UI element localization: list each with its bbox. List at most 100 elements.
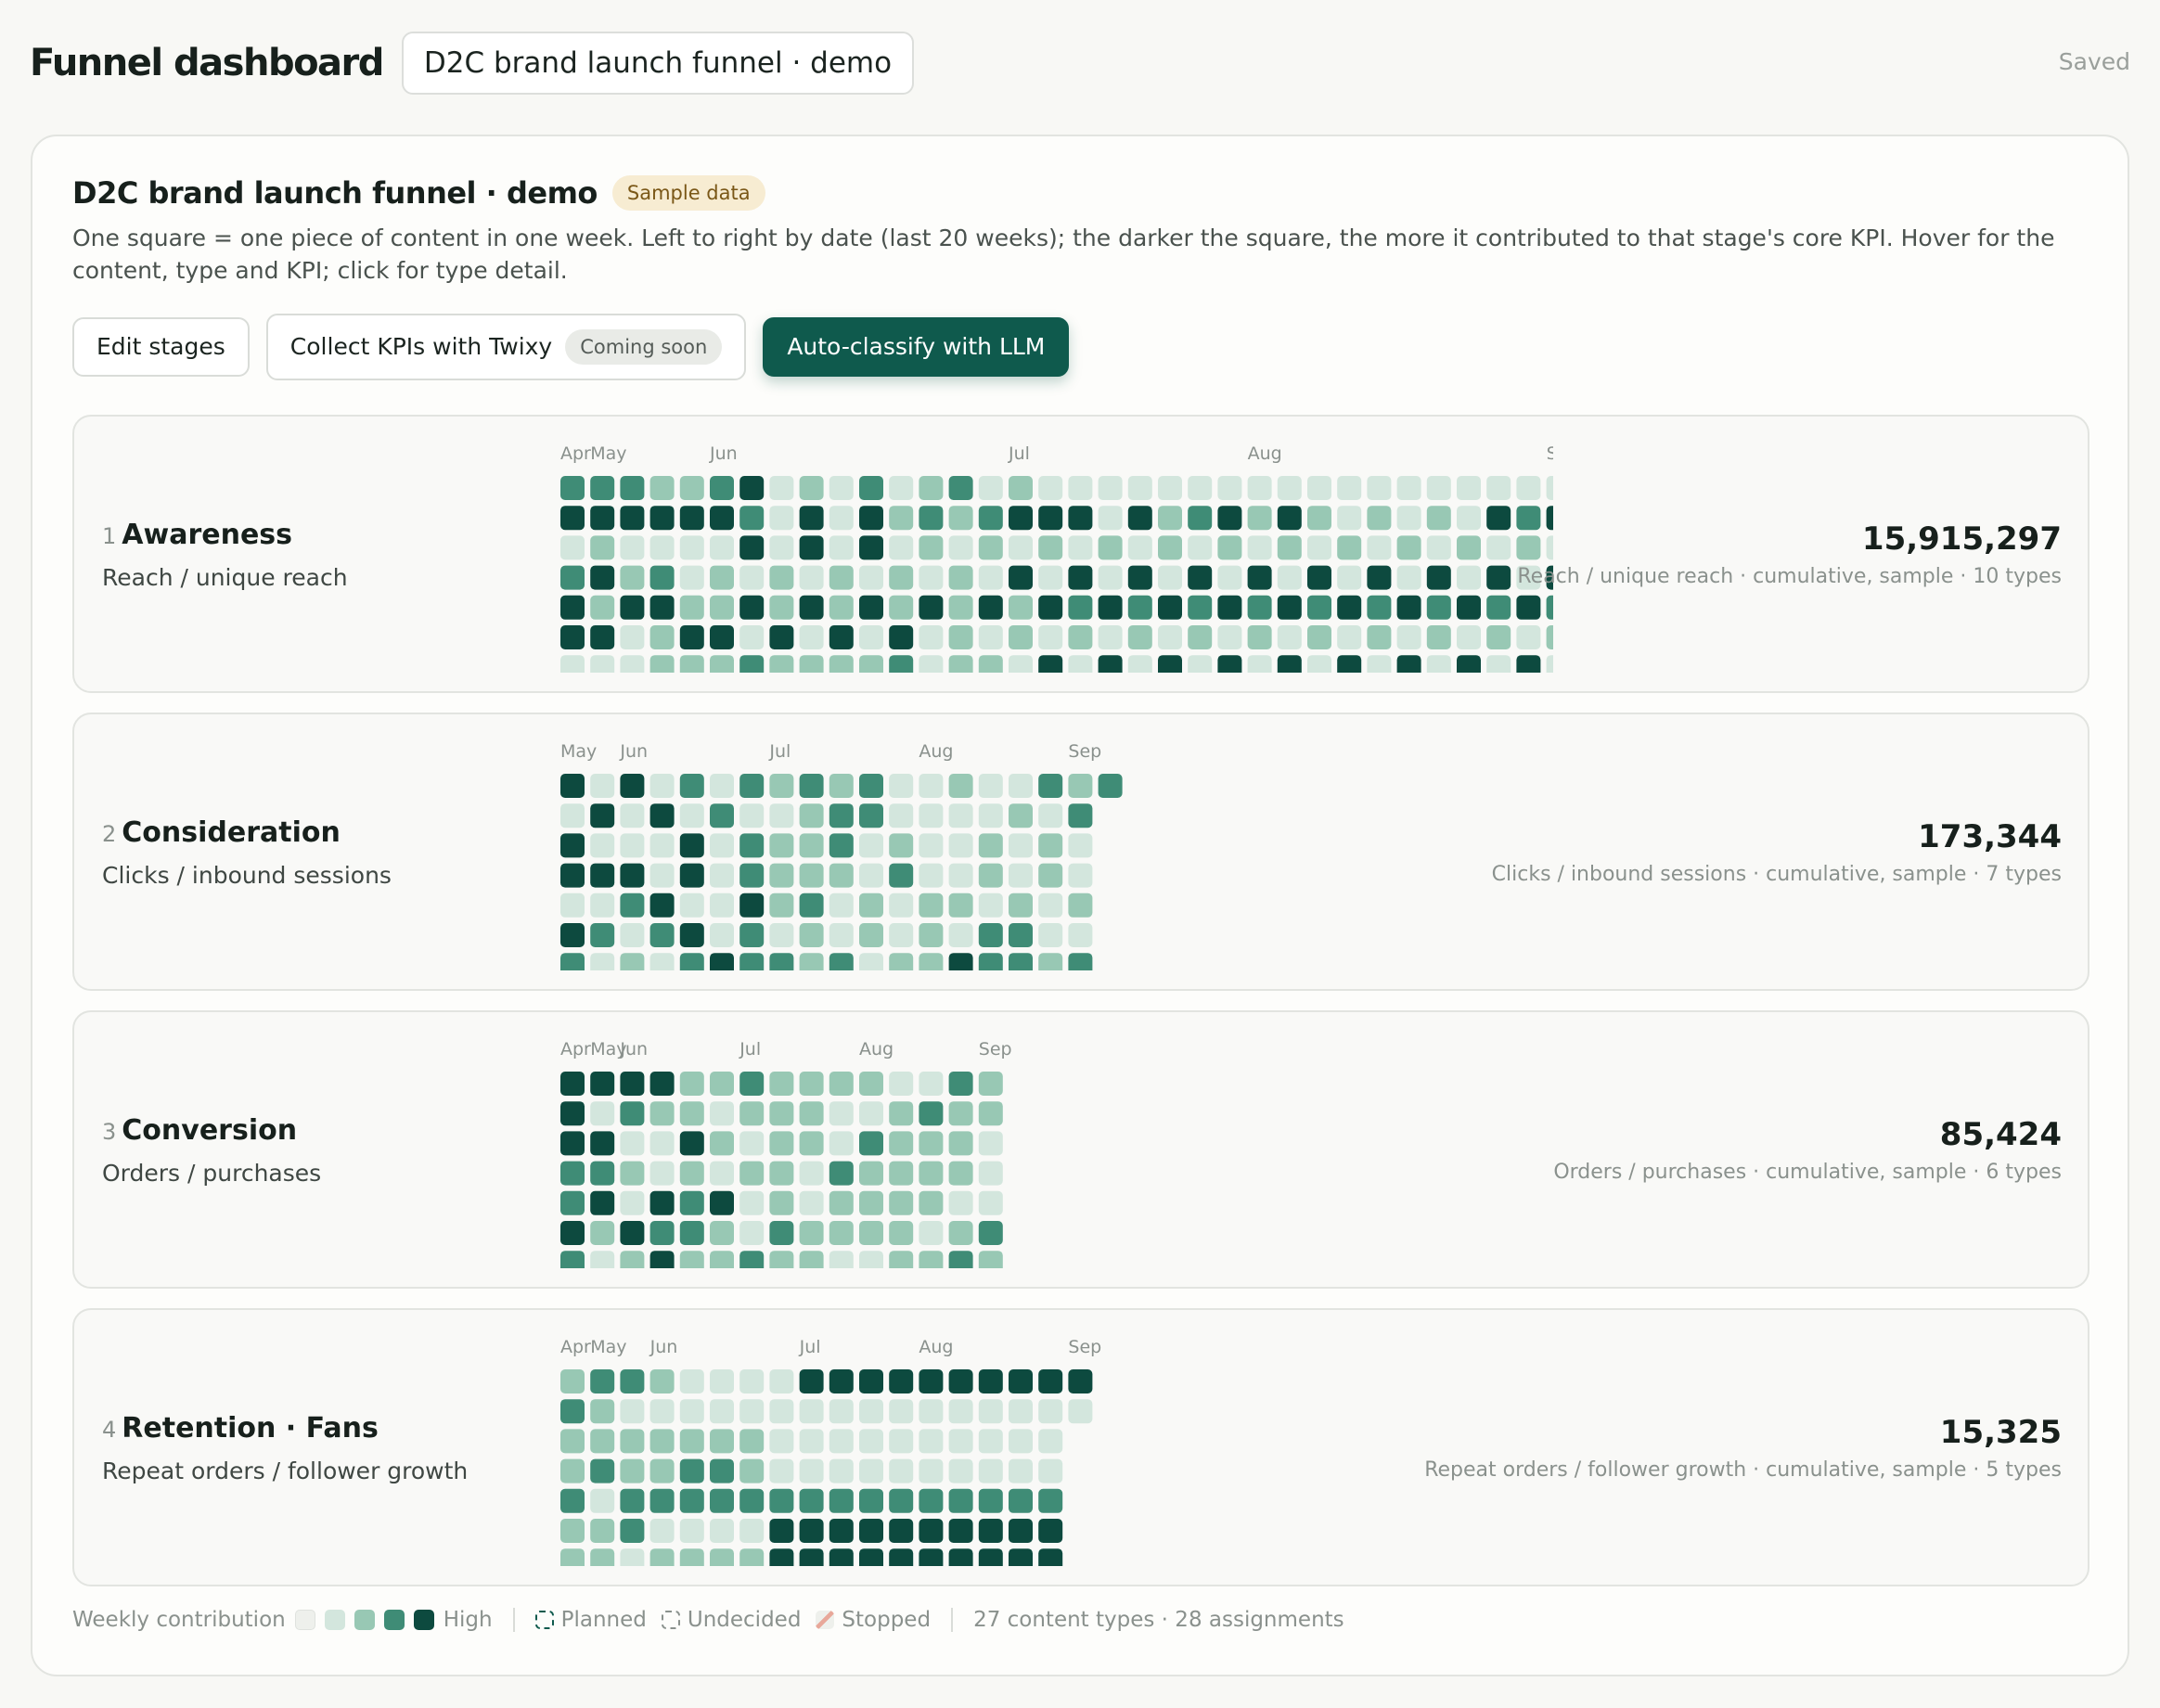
- content-square[interactable]: [620, 506, 645, 531]
- content-square[interactable]: [769, 1399, 794, 1424]
- content-square[interactable]: [919, 774, 944, 798]
- content-square[interactable]: [590, 863, 615, 888]
- content-square[interactable]: [1009, 1399, 1033, 1424]
- content-square[interactable]: [769, 1161, 794, 1186]
- content-square[interactable]: [1098, 506, 1123, 531]
- stage-row[interactable]: 2 Consideration Clicks / inbound sessions M…: [72, 713, 2089, 991]
- content-square[interactable]: [799, 565, 824, 590]
- content-square[interactable]: [948, 1190, 973, 1215]
- content-square[interactable]: [739, 1519, 765, 1543]
- content-square[interactable]: [1516, 655, 1541, 673]
- content-square[interactable]: [1188, 625, 1213, 649]
- content-square[interactable]: [889, 595, 914, 620]
- content-square[interactable]: [710, 1251, 734, 1268]
- content-square[interactable]: [829, 565, 854, 590]
- content-square[interactable]: [978, 1458, 1003, 1483]
- content-square[interactable]: [679, 923, 704, 947]
- content-square[interactable]: [1367, 625, 1392, 649]
- content-square[interactable]: [829, 1161, 854, 1186]
- content-square[interactable]: [739, 1429, 765, 1454]
- content-square[interactable]: [978, 774, 1003, 798]
- content-square[interactable]: [590, 1429, 615, 1454]
- content-square[interactable]: [799, 655, 824, 673]
- content-square[interactable]: [829, 625, 854, 649]
- content-square[interactable]: [560, 565, 585, 590]
- content-square[interactable]: [1217, 655, 1242, 673]
- content-square[interactable]: [829, 1369, 854, 1393]
- content-square[interactable]: [710, 893, 734, 918]
- content-square[interactable]: [1098, 625, 1123, 649]
- content-square[interactable]: [859, 1221, 883, 1245]
- content-square[interactable]: [859, 1429, 883, 1454]
- content-square[interactable]: [620, 1488, 645, 1513]
- content-square[interactable]: [889, 535, 914, 560]
- content-square[interactable]: [739, 1369, 765, 1393]
- content-square[interactable]: [1009, 535, 1033, 560]
- content-square[interactable]: [769, 625, 794, 649]
- content-square[interactable]: [1038, 595, 1063, 620]
- content-square[interactable]: [889, 476, 914, 500]
- content-square[interactable]: [829, 833, 854, 858]
- content-square[interactable]: [919, 506, 944, 531]
- content-square[interactable]: [1247, 535, 1272, 560]
- content-square[interactable]: [620, 1072, 645, 1096]
- content-square[interactable]: [948, 833, 973, 858]
- content-square[interactable]: [590, 774, 615, 798]
- content-square[interactable]: [919, 863, 944, 888]
- content-square[interactable]: [1038, 1399, 1063, 1424]
- content-square[interactable]: [859, 1131, 883, 1156]
- content-square[interactable]: [948, 565, 973, 590]
- content-square[interactable]: [739, 953, 765, 970]
- content-square[interactable]: [1158, 565, 1182, 590]
- content-square[interactable]: [948, 506, 973, 531]
- content-square[interactable]: [1038, 953, 1063, 970]
- content-square[interactable]: [799, 1101, 824, 1126]
- content-square[interactable]: [1396, 595, 1421, 620]
- content-square[interactable]: [919, 923, 944, 947]
- content-square[interactable]: [859, 595, 883, 620]
- content-square[interactable]: [1426, 535, 1451, 560]
- content-square[interactable]: [1307, 625, 1331, 649]
- content-square[interactable]: [739, 833, 765, 858]
- content-square[interactable]: [1009, 625, 1033, 649]
- content-square[interactable]: [1068, 535, 1093, 560]
- content-square[interactable]: [1426, 476, 1451, 500]
- content-square[interactable]: [919, 1488, 944, 1513]
- content-square[interactable]: [739, 1072, 765, 1096]
- content-square[interactable]: [978, 1519, 1003, 1543]
- content-square[interactable]: [1068, 476, 1093, 500]
- content-square[interactable]: [679, 476, 704, 500]
- content-square[interactable]: [1009, 1548, 1033, 1566]
- content-square[interactable]: [1188, 595, 1213, 620]
- content-square[interactable]: [1068, 565, 1093, 590]
- content-square[interactable]: [978, 476, 1003, 500]
- content-square[interactable]: [590, 953, 615, 970]
- content-square[interactable]: [889, 1519, 914, 1543]
- content-square[interactable]: [919, 953, 944, 970]
- content-square[interactable]: [829, 1488, 854, 1513]
- content-square[interactable]: [948, 625, 973, 649]
- content-square[interactable]: [919, 655, 944, 673]
- content-square[interactable]: [649, 1251, 675, 1268]
- content-square[interactable]: [919, 1429, 944, 1454]
- content-square[interactable]: [859, 655, 883, 673]
- content-square[interactable]: [1098, 565, 1123, 590]
- content-square[interactable]: [1516, 595, 1541, 620]
- content-square[interactable]: [1068, 625, 1093, 649]
- content-square[interactable]: [560, 1458, 585, 1483]
- content-square[interactable]: [978, 863, 1003, 888]
- content-square[interactable]: [739, 1458, 765, 1483]
- content-square[interactable]: [1457, 476, 1481, 500]
- content-square[interactable]: [1337, 476, 1362, 500]
- content-square[interactable]: [799, 1399, 824, 1424]
- content-square[interactable]: [1217, 476, 1242, 500]
- content-square[interactable]: [1068, 506, 1093, 531]
- content-square[interactable]: [859, 803, 883, 828]
- content-square[interactable]: [739, 476, 765, 500]
- content-square[interactable]: [829, 476, 854, 500]
- content-square[interactable]: [679, 1369, 704, 1393]
- content-square[interactable]: [978, 1251, 1003, 1268]
- content-square[interactable]: [1158, 625, 1182, 649]
- content-square[interactable]: [1038, 565, 1063, 590]
- content-square[interactable]: [739, 1101, 765, 1126]
